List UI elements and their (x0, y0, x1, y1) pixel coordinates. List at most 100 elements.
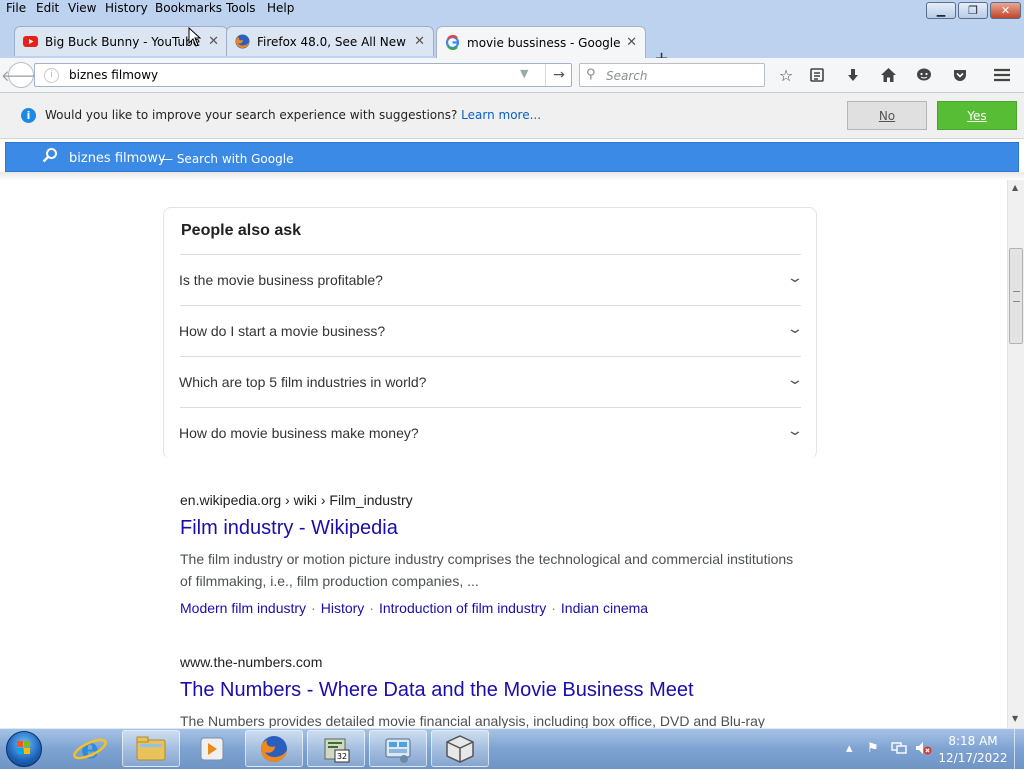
application-icon: 32 (324, 738, 350, 763)
menu-hamburger-icon[interactable] (991, 64, 1013, 86)
dropdown-arrow-icon[interactable]: ▼ (520, 67, 528, 80)
sitelink[interactable]: Modern film industry (180, 600, 306, 616)
sitelink[interactable]: Introduction of film industry (379, 600, 546, 616)
search-result: www.the-numbers.com The Numbers - Where … (180, 654, 800, 728)
windows-logo-icon (17, 741, 30, 754)
back-button[interactable]: 🡐 (1, 62, 41, 88)
close-icon[interactable]: ✕ (626, 35, 637, 50)
bookmarks-list-icon[interactable] (806, 64, 828, 86)
result-title-link[interactable]: Film industry - Wikipedia (180, 517, 800, 540)
menu-file[interactable]: File (6, 1, 26, 15)
maximize-button[interactable]: ❐ (958, 2, 988, 19)
virtualbox-taskbar[interactable] (431, 730, 489, 767)
show-hidden-icons-arrow-icon[interactable]: ▴ (846, 741, 853, 756)
result-url[interactable]: www.the-numbers.com (180, 654, 800, 670)
learn-more-link[interactable]: Learn more... (461, 108, 541, 122)
menu-bar: File Edit View History Bookmarks Tools H… (0, 0, 1024, 20)
action-center-flag-icon[interactable]: ⚑ (867, 741, 879, 756)
firefox-icon (260, 736, 287, 763)
notification-text: Would you like to improve your search ex… (45, 108, 458, 122)
network-icon[interactable] (891, 741, 907, 759)
suggestion-action: — Search with Google (161, 152, 294, 166)
page-content: People also ask Is the movie business pr… (0, 180, 1007, 728)
scrollbar-thumb[interactable] (1009, 248, 1023, 344)
start-button[interactable] (6, 731, 42, 767)
separator-dot: · (369, 600, 374, 616)
cube-icon (446, 735, 474, 763)
tab-title: Firefox 48.0, See All New Fe... (257, 34, 408, 49)
url-input[interactable]: biznes filmowy (69, 68, 158, 82)
chevron-down-icon: ⌄ (786, 371, 804, 387)
close-icon[interactable]: ✕ (414, 34, 425, 49)
menu-edit[interactable]: Edit (36, 1, 59, 15)
scroll-down-arrow-icon[interactable]: ▼ (1012, 714, 1018, 723)
internet-explorer-icon: e (73, 732, 107, 765)
control-panel-taskbar[interactable] (369, 730, 427, 767)
mouse-cursor-icon (188, 27, 202, 47)
chat-icon[interactable] (913, 64, 935, 86)
chevron-down-icon: ⌄ (786, 422, 804, 438)
close-icon[interactable]: ✕ (208, 34, 219, 49)
search-icon: ⚲ (586, 67, 596, 82)
paa-question[interactable]: How do movie business make money? ⌄ (179, 407, 804, 459)
no-button[interactable]: No (847, 101, 927, 130)
result-snippet: The film industry or motion picture indu… (180, 551, 794, 589)
paa-question-text: How do I start a movie business? (179, 323, 386, 339)
url-bar[interactable]: i biznes filmowy ▼ → (34, 63, 572, 87)
search-suggestion-row[interactable]: biznes filmowy — Search with Google (5, 142, 1019, 172)
paa-question[interactable]: Is the movie business profitable? ⌄ (179, 254, 804, 306)
separator-dot: · (311, 600, 316, 616)
sitelink[interactable]: Indian cinema (561, 600, 648, 616)
clock-time[interactable]: 8:18 AM (938, 734, 1008, 748)
minimize-button[interactable]: ▁ (926, 2, 956, 19)
close-window-button[interactable]: ✕ (990, 2, 1021, 19)
volume-muted-icon[interactable] (915, 741, 932, 759)
show-desktop-button[interactable] (1014, 729, 1024, 769)
windows-taskbar: e 32 ▴ ⚑ 8:18 AM 12/17/2022 (0, 728, 1024, 769)
pocket-icon[interactable] (949, 64, 971, 86)
nav-bar: 🡐 i biznes filmowy ▼ → ⚲ Search ☆ (0, 58, 1024, 93)
paa-question[interactable]: Which are top 5 film industries in world… (179, 356, 804, 408)
menu-bookmarks[interactable]: Bookmarks (155, 1, 222, 15)
file-explorer-taskbar[interactable] (122, 730, 180, 767)
search-icon (42, 147, 58, 167)
download-icon[interactable] (842, 64, 864, 86)
paa-question-text: How do movie business make money? (179, 425, 419, 441)
home-icon[interactable] (877, 64, 899, 86)
scroll-up-arrow-icon[interactable]: ▲ (1012, 183, 1018, 192)
youtube-icon (23, 34, 38, 49)
sitelink[interactable]: History (321, 600, 365, 616)
paa-question-text: Which are top 5 film industries in world… (179, 374, 427, 390)
firefox-taskbar[interactable] (245, 730, 303, 767)
tab-firefox[interactable]: Firefox 48.0, See All New Fe... ✕ (226, 26, 434, 56)
chevron-down-icon: ⌄ (786, 269, 804, 285)
tab-title: Big Buck Bunny - YouTube (45, 34, 201, 49)
menu-tools[interactable]: Tools (226, 1, 256, 15)
go-arrow-icon[interactable]: → (545, 64, 572, 86)
bookmark-star-icon[interactable]: ☆ (775, 64, 797, 86)
search-bar[interactable]: ⚲ Search (579, 63, 765, 87)
menu-help[interactable]: Help (267, 1, 294, 15)
tab-google[interactable]: movie bussiness - Google ... ✕ (436, 26, 646, 58)
result-url[interactable]: en.wikipedia.org › wiki › Film_industry (180, 492, 800, 508)
tab-title: movie bussiness - Google ... (467, 35, 621, 50)
paa-question[interactable]: How do I start a movie business? ⌄ (179, 305, 804, 357)
search-input[interactable]: Search (606, 69, 648, 83)
people-also-ask-title: People also ask (181, 222, 302, 239)
menu-history[interactable]: History (105, 1, 148, 15)
media-player-taskbar[interactable] (183, 730, 241, 767)
menu-view[interactable]: View (68, 1, 96, 15)
separator-dot: · (551, 600, 556, 616)
paa-question-text: Is the movie business profitable? (179, 272, 383, 288)
result-title-link[interactable]: The Numbers - Where Data and the Movie B… (180, 679, 800, 702)
result-snippet: The Numbers provides detailed movie fina… (180, 713, 765, 728)
people-also-ask-box: People also ask Is the movie business pr… (163, 207, 817, 459)
info-icon[interactable]: i (44, 68, 59, 83)
vertical-scrollbar[interactable]: ▲ ▼ (1007, 180, 1024, 728)
internet-explorer-taskbar[interactable]: e (61, 730, 119, 767)
grip-icon (1013, 291, 1020, 302)
app-32bit-taskbar[interactable]: 32 (307, 730, 365, 767)
tab-strip: Big Buck Bunny - YouTube ✕ Firefox 48.0,… (0, 20, 1024, 69)
clock-date[interactable]: 12/17/2022 (938, 751, 1008, 765)
yes-button[interactable]: Yes (937, 101, 1017, 130)
